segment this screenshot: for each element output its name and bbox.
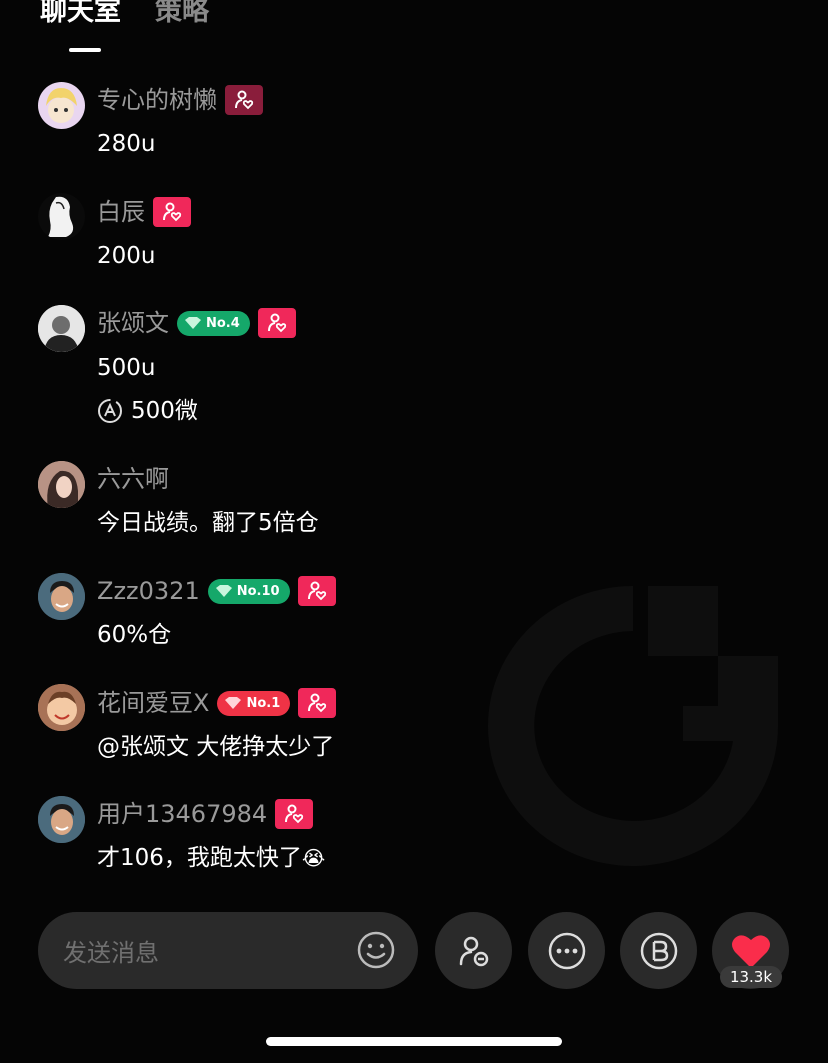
more-button[interactable] [528,912,605,989]
rank-label: No.1 [246,695,281,711]
crying-emoji: 😭 [301,846,326,870]
emoji-icon[interactable] [356,930,396,970]
follow-badge [297,576,336,606]
avatar[interactable] [38,193,85,240]
avatar[interactable] [38,461,85,508]
active-tab-indicator [69,48,101,52]
username[interactable]: 六六啊 [97,462,169,496]
follow-badge [298,688,337,718]
message-input[interactable]: 发送消息 [38,912,418,989]
name-line: 六六啊 [97,462,169,496]
follow-badge [153,197,191,227]
coin-button[interactable] [620,912,697,989]
diamond-heart-icon [185,317,201,329]
home-indicator [266,1037,562,1046]
username[interactable]: 花间爱豆X [97,686,209,720]
watermark-logo [488,586,778,866]
name-line: 用户13467984 [97,797,314,831]
user-heart-icon [285,804,304,824]
message-text: 今日战绩。翻了5倍仓 [97,510,319,536]
more-icon [548,932,585,969]
rank-badge: No.10 [207,578,290,604]
diamond-heart-icon [225,697,242,709]
follow-badge [225,85,263,115]
avatar[interactable] [38,573,85,620]
connect-user-button[interactable] [435,912,512,989]
rank-label: No.4 [206,315,240,331]
name-line: 白辰 [97,195,191,229]
tab-strategy[interactable]: 策略 [155,0,209,34]
tab-bar: 聊天室 策略 [40,0,209,34]
bottom-bar: 发送消息 13.3k [0,912,828,990]
user-heart-icon [267,313,286,333]
b-coin-icon [640,932,677,969]
message-text: 才106，我跑太快了😭 [97,841,325,875]
rank-badge: No.4 [177,310,250,336]
user-heart-icon [308,693,327,713]
rank-badge: No.1 [217,690,291,716]
avatar[interactable] [38,684,85,731]
message-text: 60%仓 [97,622,172,648]
avatar[interactable] [38,796,85,843]
name-line: 张颂文 No.4 [97,306,296,340]
username[interactable]: 张颂文 [97,306,169,340]
username[interactable]: 白辰 [97,195,145,229]
name-line: Zzz0321 No.10 [97,574,336,608]
points-line: 500微 [97,394,198,428]
name-line: 专心的树懒 [97,83,263,117]
follow-badge [257,308,296,338]
user-heart-icon [307,581,326,601]
username[interactable]: Zzz0321 [97,574,200,608]
user-heart-icon [235,90,254,110]
points-icon [98,399,122,423]
diamond-heart-icon [215,585,232,597]
message-text: 280u [97,131,156,157]
heart-icon [731,934,770,968]
avatar[interactable] [38,305,85,352]
like-count: 13.3k [720,966,782,988]
username[interactable]: 专心的树懒 [97,83,217,117]
message-text: 500u [97,355,156,381]
tab-chatroom[interactable]: 聊天室 [40,0,121,34]
points-text: 500微 [131,398,198,424]
message-text: @张颂文 大佬挣太少了 [97,734,335,760]
follow-badge [275,799,314,829]
message-input-placeholder: 发送消息 [63,939,159,967]
user-minus-icon [459,936,488,966]
avatar[interactable] [38,82,85,129]
message-text: 200u [97,243,156,269]
rank-label: No.10 [236,583,280,599]
message-text-body: 才106，我跑太快了 [97,845,302,871]
username[interactable]: 用户13467984 [97,797,267,831]
name-line: 花间爱豆X No.1 [97,686,337,720]
user-heart-icon [163,202,182,222]
